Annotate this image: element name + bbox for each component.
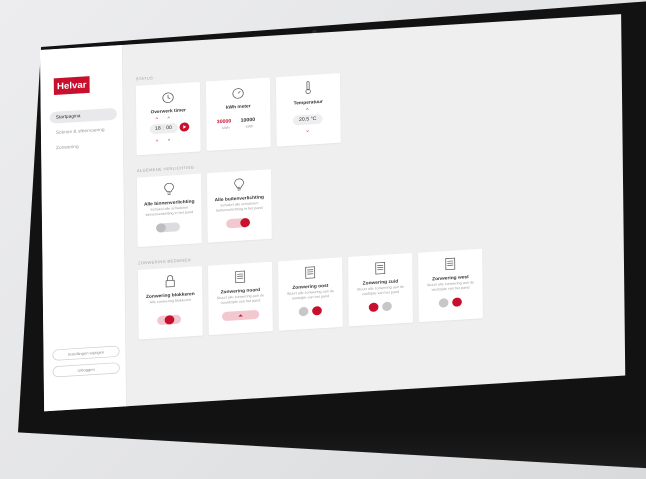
energy-title: kWh meter: [225, 103, 251, 111]
section-lighting-label: ALGEMENE VERLICHTING: [136, 165, 195, 174]
sidebar: Helvar Startpagina Scènes & sfeervoering…: [40, 44, 127, 412]
blinds-south-desc: Stuurt alle zonwering aan de zuidzijde v…: [356, 284, 405, 297]
meter-icon: [232, 88, 244, 99]
temperature-card: Temperatuur ^ 20.5 °C ^: [275, 73, 341, 147]
outdoor-lighting-desc: Schakel alle armaturen buitenverlichting…: [216, 201, 263, 213]
blind-icon: [305, 266, 316, 279]
play-icon: [183, 125, 187, 129]
sidebar-item-zonwering[interactable]: Zonwering: [50, 138, 117, 154]
toggle-knob: [156, 223, 166, 233]
lock-icon: [165, 275, 175, 288]
outdoor-lighting-card: Alle buitenverlichting Schakel alle arma…: [206, 169, 272, 243]
temp-display: 20.5 °C: [292, 113, 323, 126]
blinds-block-toggle[interactable]: [157, 314, 182, 326]
blinds-north-card: Zonwering noord Stuurt alle zonwering aa…: [207, 261, 273, 336]
section-status-label: STATUS: [135, 76, 154, 82]
outdoor-lighting-toggle[interactable]: [226, 217, 251, 229]
settings-button[interactable]: Instellingen wijzigen: [52, 345, 120, 361]
toggle-knob: [240, 217, 251, 228]
thermometer-icon: [305, 81, 311, 94]
blinds-east-up-button[interactable]: [298, 306, 309, 317]
timer-card: Overwerk timer ^ ^ 18 : 00 ^ ^: [135, 81, 201, 156]
blinds-north-button[interactable]: [221, 309, 260, 322]
touch-screen: Helvar Startpagina Scènes & sfeervoering…: [40, 14, 626, 412]
energy-value-right: 10000: [240, 117, 256, 124]
minutes-down-icon[interactable]: ^: [168, 136, 171, 141]
blinds-east-down-button[interactable]: [312, 305, 322, 316]
hours-down-icon[interactable]: ^: [156, 137, 159, 142]
energy-value-left: 30000: [216, 118, 232, 125]
sidebar-item-scenes[interactable]: Scènes & sfeervoering: [50, 123, 117, 139]
toggle-knob: [164, 315, 175, 325]
clock-icon: [162, 92, 174, 103]
indoor-lighting-toggle[interactable]: [156, 222, 181, 233]
minutes-value: 00: [166, 125, 172, 131]
sidebar-item-startpagina[interactable]: Startpagina: [49, 107, 117, 124]
energy-unit-left: kWh: [222, 125, 230, 131]
blind-icon: [235, 270, 246, 284]
energy-unit-right: kWh: [245, 124, 254, 130]
timer-play-button[interactable]: [179, 122, 190, 132]
energy-card: kWh meter 30000 kWh 10000 kWh: [205, 77, 271, 151]
temperature-value: 20.5 °C: [298, 116, 317, 123]
blinds-east-card: Zonwering oost Stuurt alle zonwering aan…: [278, 257, 343, 331]
blinds-north-desc: Stuurt alle zonwering aan de noordzijde …: [216, 293, 265, 306]
blinds-east-desc: Stuurt alle zonwering aan de oostzijde v…: [286, 289, 335, 301]
temperature-title: Temperatuur: [293, 99, 323, 106]
time-display: 18 : 00: [149, 122, 179, 135]
blinds-south-up-button[interactable]: [368, 302, 379, 313]
blinds-south-card: Zonwering zuid Stuurt alle zonwering aan…: [348, 253, 413, 327]
blinds-west-down-button[interactable]: [452, 297, 462, 307]
lightbulb-icon: [234, 178, 244, 191]
temp-down-icon[interactable]: ^: [306, 127, 309, 132]
timer-title: Overwerk timer: [150, 107, 186, 115]
indoor-lighting-desc: Schakel alle armaturen binnenverlichting…: [145, 205, 194, 218]
hours-value: 18: [154, 126, 161, 132]
arrow-up-icon: [238, 314, 243, 317]
indoor-lighting-card: Alle binnenverlichting Schakel alle arma…: [136, 173, 202, 248]
time-separator: :: [162, 125, 164, 131]
helvar-logo: Helvar: [53, 76, 90, 96]
blind-icon: [375, 262, 386, 275]
blinds-south-down-button[interactable]: [382, 301, 392, 312]
blind-icon: [445, 257, 456, 271]
temp-up-icon[interactable]: ^: [306, 108, 309, 113]
hours-up-icon[interactable]: ^: [156, 117, 159, 122]
minutes-up-icon[interactable]: ^: [168, 116, 171, 121]
blinds-west-up-button[interactable]: [438, 298, 449, 308]
blinds-block-card: Zonwering blokkeren Alle zonwering blokk…: [137, 266, 203, 340]
blinds-west-desc: Stuurt alle zonwering aan de westzijde v…: [426, 280, 475, 293]
blinds-west-card: Zonwering west Stuurt alle zonwering aan…: [418, 248, 483, 323]
section-blinds-label: ZONWERING BEDIENEN: [137, 258, 191, 266]
logout-button[interactable]: Uitloggen: [52, 362, 120, 378]
lightbulb-icon: [164, 182, 174, 195]
